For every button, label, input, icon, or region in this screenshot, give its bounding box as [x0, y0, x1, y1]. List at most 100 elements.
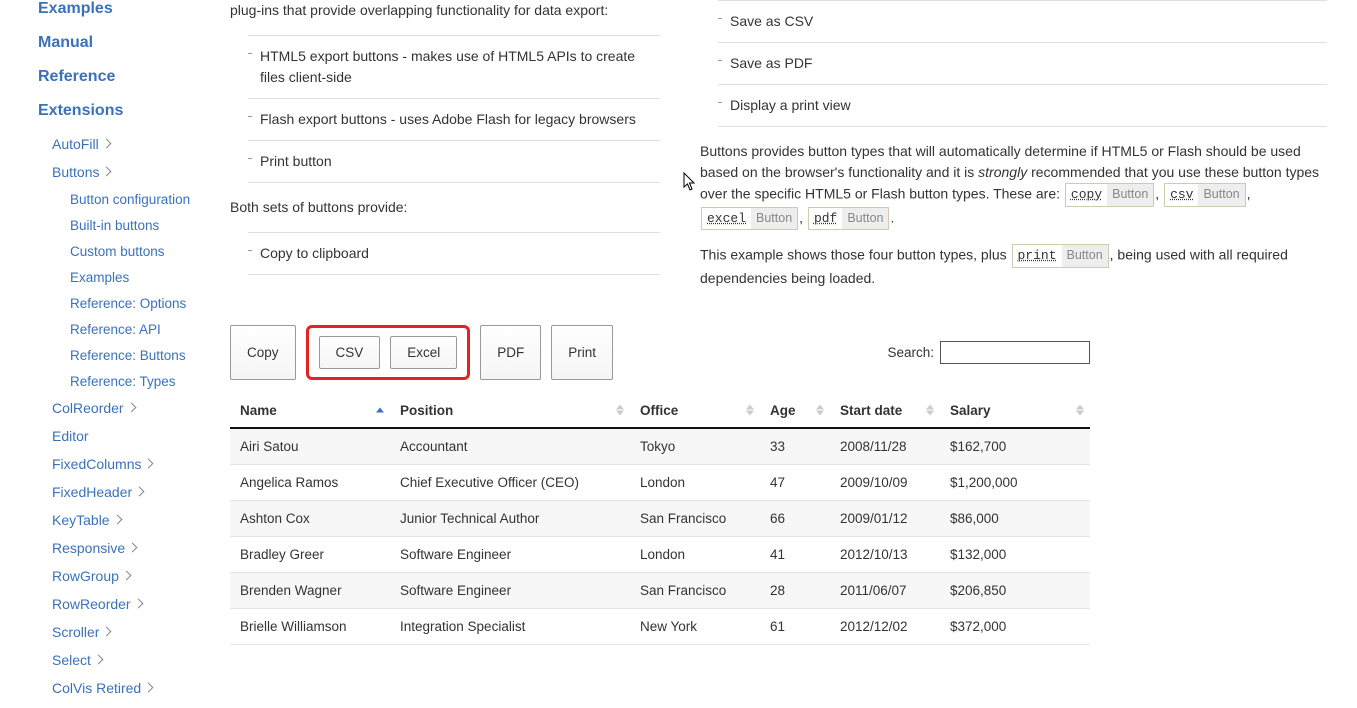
table-cell: 28: [760, 572, 830, 608]
print-button-tag[interactable]: printButton: [1012, 244, 1109, 268]
chevron-right-icon: [133, 599, 143, 609]
chevron-right-icon: [144, 683, 154, 693]
chevron-right-icon: [101, 139, 111, 149]
sidebar-link-examples[interactable]: Examples: [38, 0, 230, 18]
feature-list: Save as CSV Save as PDF Display a print …: [718, 0, 1327, 127]
chevron-right-icon: [135, 487, 145, 497]
sidebar-item-fixedcolumns[interactable]: FixedColumns: [52, 456, 230, 472]
sidebar-item-reference-buttons[interactable]: Reference: Buttons: [70, 348, 230, 363]
sidebar-item-custom-buttons[interactable]: Custom buttons: [70, 244, 230, 259]
sidebar-item-built-in-buttons[interactable]: Built-in buttons: [70, 218, 230, 233]
sidebar-item-responsive[interactable]: Responsive: [52, 540, 230, 556]
table-cell: Junior Technical Author: [390, 500, 630, 536]
sidebar-item-keytable[interactable]: KeyTable: [52, 512, 230, 528]
table-header-row: Name Position Office Age Start date Sala…: [230, 394, 1090, 428]
sidebar-item-reference-types[interactable]: Reference: Types: [70, 374, 230, 389]
table-cell: Brielle Williamson: [230, 608, 390, 644]
table-cell: Accountant: [390, 428, 630, 465]
sidebar-link-extensions[interactable]: Extensions: [38, 102, 230, 120]
table-cell: Airi Satou: [230, 428, 390, 465]
table-row: Ashton CoxJunior Technical AuthorSan Fra…: [230, 500, 1090, 536]
highlight-box: CSV Excel: [306, 325, 471, 380]
search-input[interactable]: [940, 341, 1090, 364]
search-wrap: Search:: [887, 341, 1090, 364]
col-header-age[interactable]: Age: [760, 394, 830, 428]
table-cell: Integration Specialist: [390, 608, 630, 644]
table-cell: 66: [760, 500, 830, 536]
sidebar-item-examples[interactable]: Examples: [70, 270, 230, 285]
intro-para-tail: plug-ins that provide overlapping functi…: [230, 0, 660, 21]
provide-list: Copy to clipboard: [248, 232, 660, 275]
sort-desc-icon: [926, 411, 934, 416]
table-cell: $206,850: [940, 572, 1090, 608]
col-header-position[interactable]: Position: [390, 394, 630, 428]
csv-button[interactable]: CSV: [319, 336, 381, 369]
table-cell: Brenden Wagner: [230, 572, 390, 608]
table-cell: 33: [760, 428, 830, 465]
chevron-right-icon: [102, 167, 112, 177]
copy-button[interactable]: Copy: [230, 325, 296, 380]
content-left-column: plug-ins that provide overlapping functi…: [230, 0, 660, 303]
excel-button-tag[interactable]: excelButton: [701, 207, 798, 231]
search-label: Search:: [887, 345, 934, 360]
chevron-right-icon: [128, 543, 138, 553]
chevron-right-icon: [102, 627, 112, 637]
table-cell: 2011/06/07: [830, 572, 940, 608]
table-cell: $86,000: [940, 500, 1090, 536]
sidebar-item-rowgroup[interactable]: RowGroup: [52, 568, 230, 584]
both-sets-para: Both sets of buttons provide:: [230, 197, 660, 218]
chevron-right-icon: [126, 403, 136, 413]
content-right-column: Save as CSV Save as PDF Display a print …: [700, 0, 1327, 303]
col-header-startdate[interactable]: Start date: [830, 394, 940, 428]
print-button[interactable]: Print: [551, 325, 613, 380]
col-header-salary[interactable]: Salary: [940, 394, 1090, 428]
sort-desc-icon: [746, 411, 754, 416]
sidebar: Examples Manual Reference Extensions Aut…: [0, 0, 230, 708]
table-row: Brenden WagnerSoftware EngineerSan Franc…: [230, 572, 1090, 608]
sidebar-link-reference[interactable]: Reference: [38, 68, 230, 86]
table-cell: Software Engineer: [390, 572, 630, 608]
copy-button-tag[interactable]: copyButton: [1065, 183, 1154, 207]
sidebar-item-select[interactable]: Select: [52, 652, 230, 668]
excel-button[interactable]: Excel: [390, 336, 457, 369]
sidebar-item-colreorder[interactable]: ColReorder: [52, 400, 230, 416]
sidebar-link-manual[interactable]: Manual: [38, 34, 230, 52]
recommendation-para: Buttons provides button types that will …: [700, 141, 1327, 230]
csv-button-tag[interactable]: csvButton: [1164, 183, 1246, 207]
table-cell: Ashton Cox: [230, 500, 390, 536]
pdf-button[interactable]: PDF: [480, 325, 541, 380]
sort-asc-icon: [816, 405, 824, 410]
col-header-office[interactable]: Office: [630, 394, 760, 428]
sidebar-item-rowreorder[interactable]: RowReorder: [52, 596, 230, 612]
table-cell: $372,000: [940, 608, 1090, 644]
sidebar-item-button-configuration[interactable]: Button configuration: [70, 192, 230, 207]
sort-asc-icon: [926, 405, 934, 410]
employees-table: Name Position Office Age Start date Sala…: [230, 394, 1090, 645]
sidebar-item-colvis-retired[interactable]: ColVis Retired: [52, 680, 230, 696]
sort-asc-icon: [1076, 405, 1084, 410]
plugin-list: HTML5 export buttons - makes use of HTML…: [248, 35, 660, 183]
table-cell: 2008/11/28: [830, 428, 940, 465]
pdf-button-tag[interactable]: pdfButton: [808, 207, 890, 231]
table-cell: $132,000: [940, 536, 1090, 572]
table-cell: London: [630, 464, 760, 500]
chevron-right-icon: [144, 459, 154, 469]
chevron-right-icon: [112, 515, 122, 525]
sort-asc-icon: [376, 408, 384, 413]
example-para: This example shows those four button typ…: [700, 244, 1327, 289]
sort-asc-icon: [616, 405, 624, 410]
sidebar-item-editor[interactable]: Editor: [52, 428, 230, 444]
sidebar-buttons-sublist: Button configuration Built-in buttons Cu…: [70, 192, 230, 389]
col-header-name[interactable]: Name: [230, 394, 390, 428]
sidebar-item-buttons[interactable]: Buttons: [52, 164, 230, 180]
sidebar-item-reference-options[interactable]: Reference: Options: [70, 296, 230, 311]
sidebar-item-scroller[interactable]: Scroller: [52, 624, 230, 640]
sidebar-item-autofill[interactable]: AutoFill: [52, 136, 230, 152]
table-cell: San Francisco: [630, 572, 760, 608]
list-item: Copy to clipboard: [248, 232, 660, 275]
sidebar-item-fixedheader[interactable]: FixedHeader: [52, 484, 230, 500]
sidebar-item-reference-api[interactable]: Reference: API: [70, 322, 230, 337]
table-row: Brielle WilliamsonIntegration Specialist…: [230, 608, 1090, 644]
datatable-area: Copy CSV Excel PDF Print Search: Name: [230, 325, 1090, 645]
table-cell: 2009/10/09: [830, 464, 940, 500]
